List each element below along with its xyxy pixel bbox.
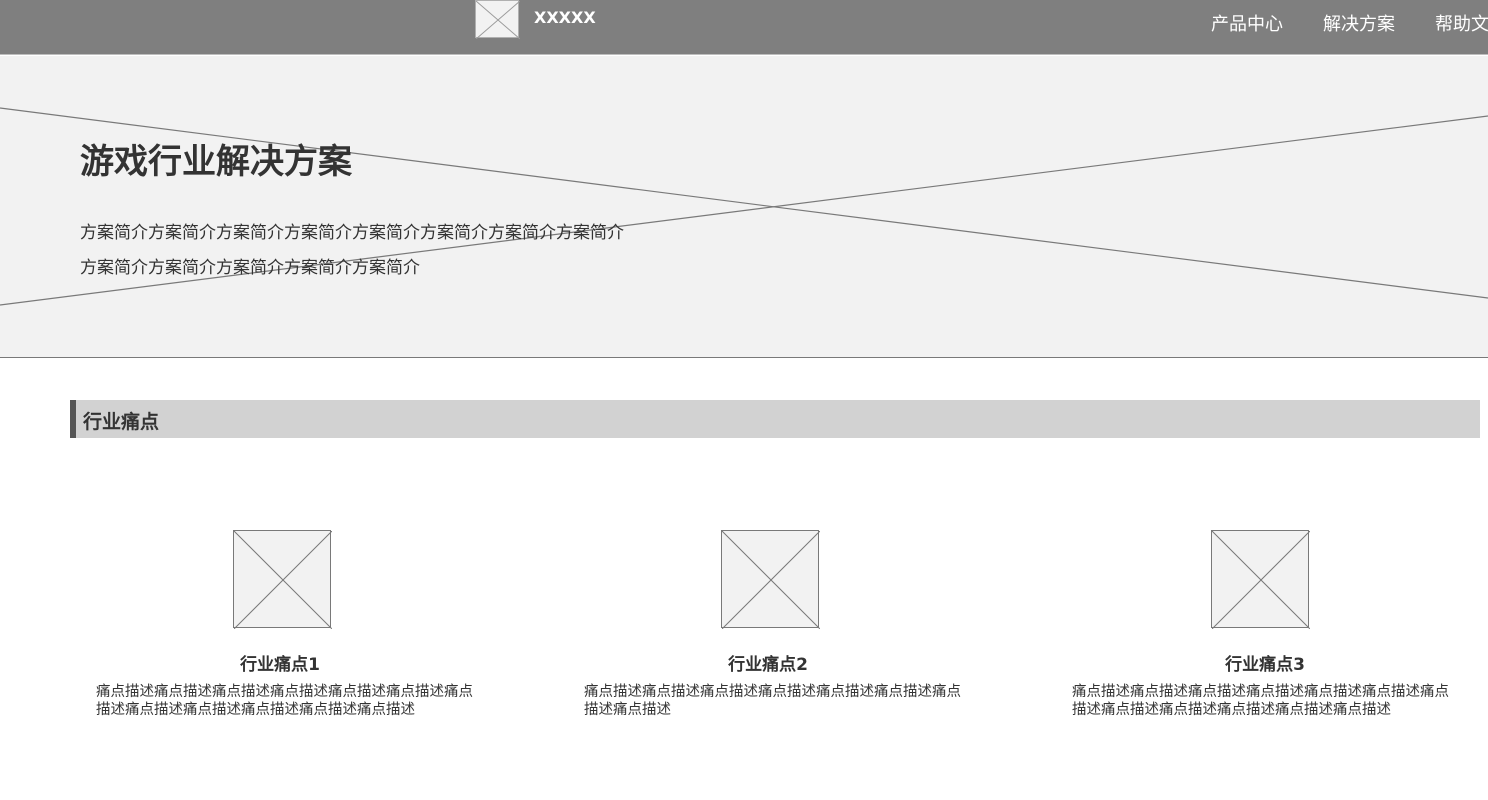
nav-item-help-docs[interactable]: 帮助文档 bbox=[1435, 10, 1488, 36]
section-header-pain-points: 行业痛点 bbox=[70, 400, 1480, 438]
section-title: 行业痛点 bbox=[83, 411, 160, 433]
card-title: 行业痛点1 bbox=[240, 655, 320, 675]
hero-description: 方案简介方案简介方案简介方案简介方案简介方案简介方案简介方案简介方案简介方案简介… bbox=[80, 223, 624, 278]
image-placeholder-icon bbox=[721, 530, 820, 629]
card-title: 行业痛点3 bbox=[1225, 655, 1305, 675]
card-description: 痛点描述痛点描述痛点描述痛点描述痛点描述痛点描述痛点描述痛点描述痛点描述痛点描述… bbox=[1072, 684, 1449, 718]
brand-name[interactable]: XXXXX bbox=[534, 8, 596, 27]
card-title: 行业痛点2 bbox=[728, 655, 808, 675]
logo-placeholder-icon[interactable] bbox=[475, 0, 520, 39]
hero-image-placeholder-icon bbox=[0, 107, 1488, 306]
hero-banner: 游戏行业解决方案 方案简介方案简介方案简介方案简介方案简介方案简介方案简介方案简… bbox=[0, 56, 1488, 358]
card-description: 痛点描述痛点描述痛点描述痛点描述痛点描述痛点描述痛点描述痛点描述 bbox=[584, 684, 961, 718]
card-description: 痛点描述痛点描述痛点描述痛点描述痛点描述痛点描述痛点描述痛点描述痛点描述痛点描述… bbox=[96, 684, 473, 718]
nav-item-solutions[interactable]: 解决方案 bbox=[1323, 10, 1395, 36]
top-navbar: XXXXX 产品中心 解决方案 帮助文档 bbox=[0, 0, 1488, 55]
hero-title: 游戏行业解决方案 bbox=[80, 142, 352, 182]
image-placeholder-icon bbox=[1211, 530, 1310, 629]
image-placeholder-icon bbox=[233, 530, 332, 629]
nav-item-products[interactable]: 产品中心 bbox=[1211, 10, 1283, 36]
